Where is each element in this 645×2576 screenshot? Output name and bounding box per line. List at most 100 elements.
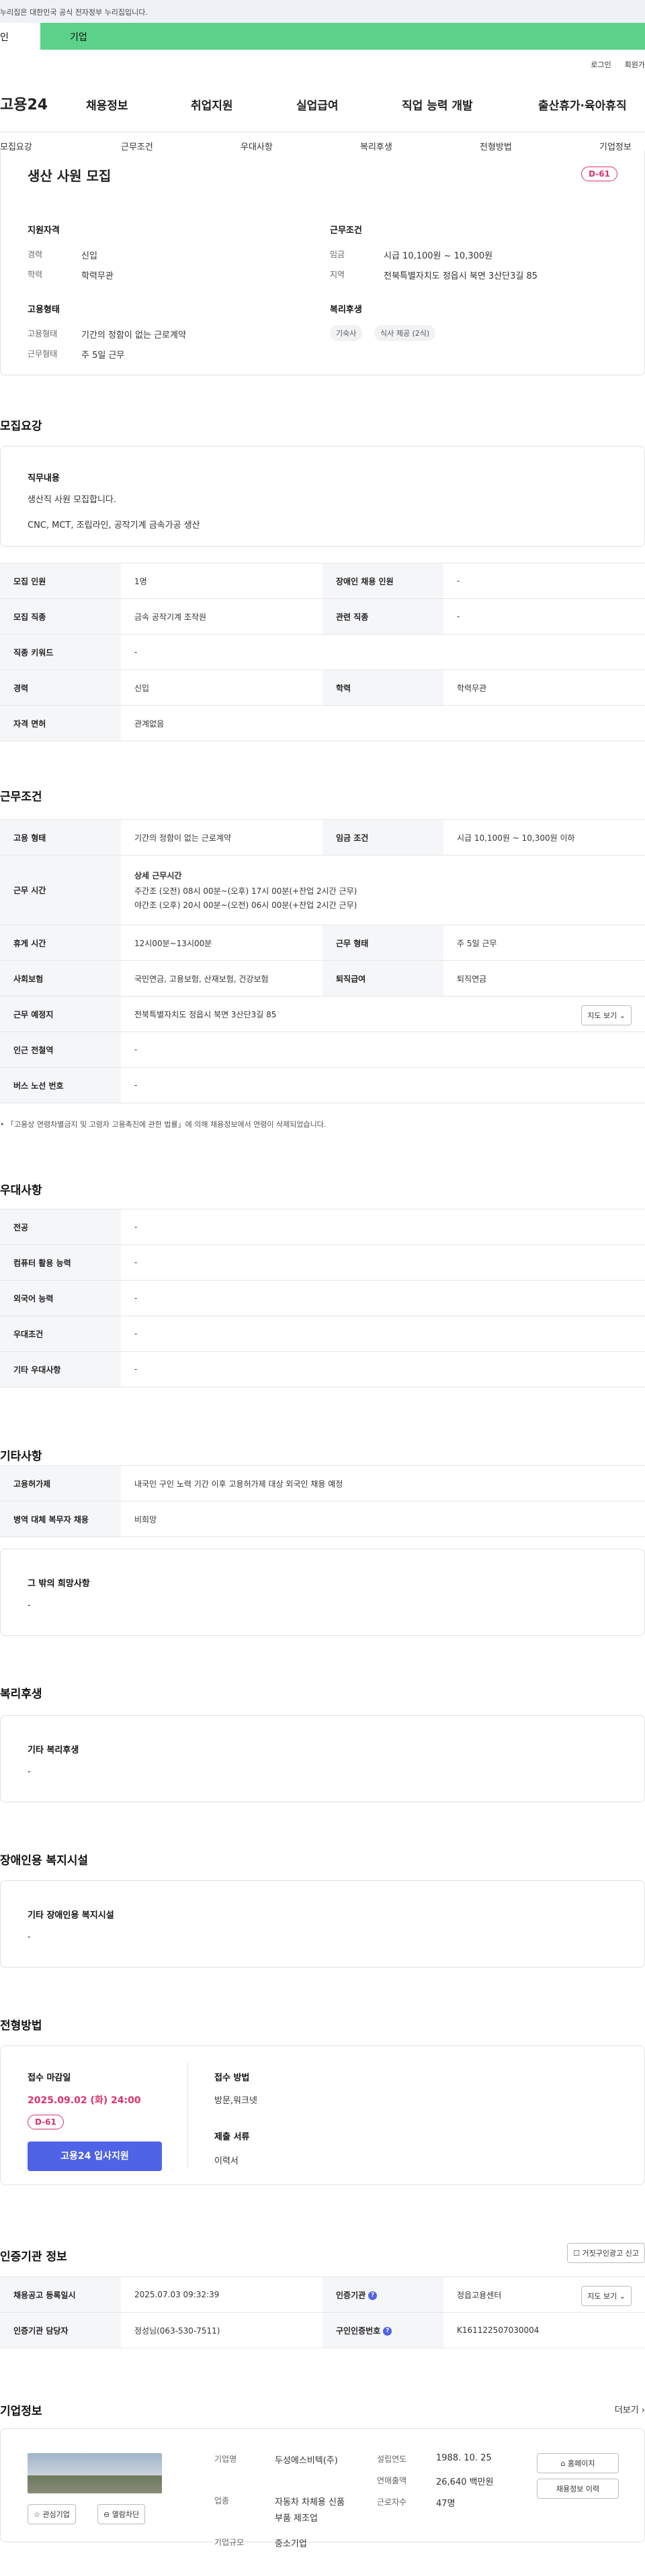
map-button[interactable]: 지도 보기 ⌄: [581, 1005, 632, 1025]
recruit-table: 모집 인원 1명 장애인 채용 인원 - 모집 직종 금속 공작기계 조작원 관련 직종 -…: [0, 563, 645, 741]
homepage-button[interactable]: ⌂ 홈페이지: [537, 2453, 619, 2473]
cell-label: 모집 인원: [0, 563, 121, 599]
etc-heading: 기타사항: [0, 1450, 42, 1463]
gnb-employment-support[interactable]: 취업지원: [191, 96, 233, 113]
cell-label: 고용 형태: [0, 819, 121, 856]
company-more-label: 더보기: [614, 2405, 639, 2416]
welfare-card-title: 기타 복리후생: [28, 1745, 79, 1755]
cell-value: 시급 10,100원 ~ 10,300원 이하: [443, 819, 645, 856]
cell-label: 퇴직급여: [322, 960, 443, 997]
cell-label: 근무 형태: [322, 925, 443, 961]
global-nav: 고용24 채용정보 취업지원 실업급여 직업 능력 개발 출산휴가·육아휴직: [0, 90, 645, 117]
table-row: 경력 신입 학력 학력무관: [0, 670, 645, 706]
table-row: 근무 시간 상세 근무시간 주간조 (오전) 08시 00분~(오후) 17시 00…: [0, 855, 645, 925]
company-name-value: 두성에스비텍(주): [275, 2456, 338, 2466]
table-row: 직종 키워드 -: [0, 634, 645, 670]
cell-label: 모집 직종: [0, 598, 121, 635]
table-row: 우대조건 -: [0, 1316, 645, 1352]
report-button-label: 거짓구인광고 신고: [582, 2249, 639, 2258]
signup-link[interactable]: 회원가: [625, 60, 645, 69]
interest-company-button[interactable]: ☆ 관심기업: [28, 2504, 76, 2524]
region-value: 전북특별자치도 정읍시 북면 3산단3길 85: [384, 271, 538, 281]
top-tabs: 인 기업: [0, 23, 645, 50]
table-row: 근무 예정지 전북특별자치도 정읍시 북면 3산단3길 85 지도 보기 ⌄: [0, 996, 645, 1032]
cell-label: 병역 대체 복무자 채용: [0, 1501, 121, 1537]
cell-value: -: [121, 1067, 645, 1103]
sales-label: 연매출액: [377, 2476, 407, 2485]
other-wish-value: -: [28, 1600, 31, 1610]
table-row: 버스 노선 번호 -: [0, 1067, 645, 1103]
site-logo[interactable]: 고용24: [0, 93, 48, 114]
gov-notice-bar: 누리집은 대한민국 공식 전자정부 누리집입니다.: [0, 0, 645, 23]
cell-value: 국민연금, 고용보험, 산재보험, 건강보험: [121, 960, 322, 997]
cell-value: -: [121, 1031, 645, 1068]
duty-title: 직무내용: [28, 473, 60, 484]
interest-label: 관심기업: [42, 2510, 70, 2519]
other-wish-title: 그 밖의 희망사항: [28, 1579, 90, 1589]
welfare-heading: 복리후생: [0, 1688, 42, 1701]
chevron-right-icon: ›: [641, 2405, 645, 2416]
util-links: 로그인 회원가: [577, 59, 645, 70]
gnb-unemployment-benefit[interactable]: 실업급여: [296, 96, 339, 113]
table-row: 컴퓨터 활용 능력 -: [0, 1244, 645, 1281]
help-icon[interactable]: ?: [368, 2291, 378, 2300]
block-view-button[interactable]: ⊖ 열람차단: [97, 2504, 146, 2524]
wage-label: 임금: [330, 250, 345, 259]
sales-value: 26,640 백만원: [436, 2477, 494, 2487]
scale-value: 중소기업: [275, 2539, 307, 2549]
cert-map-button[interactable]: 지도 보기 ⌄: [581, 2286, 632, 2306]
cell-value: 상세 근무시간 주간조 (오전) 08시 00분~(오후) 17시 00분(+잔업…: [121, 855, 645, 925]
emp-value: 기간의 정함이 없는 근로계약: [81, 330, 186, 340]
table-row: 휴게 시간 12시00분~13시00분 근무 형태 주 5일 근무: [0, 925, 645, 961]
cert-heading: 인증기관 정보: [0, 2250, 67, 2264]
login-link[interactable]: 로그인: [591, 60, 611, 69]
work-heading: 근무조건: [0, 790, 42, 804]
duty-line-1: 생산직 사원 모집합니다.: [28, 495, 116, 505]
qual-title: 지원자격: [28, 226, 60, 236]
other-wish-card: 그 밖의 희망사항 -: [0, 1549, 645, 1636]
gnb-jobs[interactable]: 채용정보: [86, 96, 128, 113]
place-value: 전북특별자치도 정읍시 북면 3산단3길 85: [134, 1009, 277, 1019]
cell-value: 신입: [121, 670, 322, 706]
homepage-label: 홈페이지: [568, 2459, 595, 2468]
hours-title: 상세 근무시간: [134, 871, 182, 880]
age-notice: • 「고용상 연령차별금지 및 고령자 고용촉진에 관한 법률」에 의해 채용정…: [0, 1119, 326, 1130]
tab-company[interactable]: 기업: [70, 30, 87, 44]
cell-label: 기타 우대사항: [0, 1351, 121, 1387]
cell-value: -: [121, 1244, 645, 1281]
cell-label: 사회보험: [0, 960, 121, 997]
history-button[interactable]: 채용정보 이력: [537, 2479, 619, 2499]
table-row: 모집 직종 금속 공작기계 조작원 관련 직종 -: [0, 598, 645, 635]
help-icon[interactable]: ?: [383, 2326, 392, 2336]
deadline-value: 2025.09.02 (화) 24:00: [28, 2095, 141, 2106]
scale-label: 기업규모: [214, 2538, 245, 2547]
dday-badge: D-61: [581, 167, 617, 181]
cell-value: 전북특별자치도 정읍시 북면 3산단3길 85 지도 보기 ⌄: [121, 996, 645, 1032]
pref-heading: 우대사항: [0, 1184, 42, 1197]
docs-title: 제출 서류: [214, 2132, 250, 2142]
cell-label: 컴퓨터 활용 능력: [0, 1244, 121, 1281]
chip-dorm: 기숙사: [330, 325, 363, 341]
method-value: 방문,워크넷: [214, 2096, 257, 2106]
report-button[interactable]: ☐ 거짓구인광고 신고: [567, 2243, 645, 2263]
cell-label: 관련 직종: [322, 598, 443, 635]
gnb-parental-leave[interactable]: 출산휴가·육아휴직: [538, 96, 627, 113]
cell-value: -: [121, 1351, 645, 1387]
job-summary-card: 생산 사원 모집 D-61 지원자격 경력 신입 학력 학력무관 근무조건 임금…: [0, 150, 645, 375]
facility-card-value: -: [28, 1932, 31, 1942]
cell-label: 인근 전철역: [0, 1031, 121, 1068]
table-row: 외국어 능력 -: [0, 1280, 645, 1316]
company-more-link[interactable]: 더보기 ›: [615, 2403, 645, 2416]
etc-table: 고용허가제 내국인 구인 노력 기간 이후 고용허가제 대상 외국인 채용 예정 …: [0, 1465, 645, 1537]
duty-line-2: CNC, MCT, 조립라인, 공작기계 금속가공 생산: [28, 520, 200, 531]
cell-label: 전공: [0, 1209, 121, 1245]
duty-card: 직무내용 생산직 사원 모집합니다. CNC, MCT, 조립라인, 공작기계 …: [0, 446, 645, 547]
recruit-heading: 모집요강: [0, 420, 42, 433]
cell-label: 버스 노선 번호: [0, 1067, 121, 1103]
cell-value: -: [443, 598, 645, 635]
apply-button[interactable]: 고용24 입사지원: [28, 2142, 162, 2171]
pref-table: 전공 - 컴퓨터 활용 능력 - 외국어 능력 - 우대조건 - 기타 우대사항 -: [0, 1209, 645, 1387]
divider: [187, 2062, 188, 2168]
tab-individual[interactable]: 인: [0, 30, 9, 44]
gnb-vocational-training[interactable]: 직업 능력 개발: [402, 96, 473, 113]
